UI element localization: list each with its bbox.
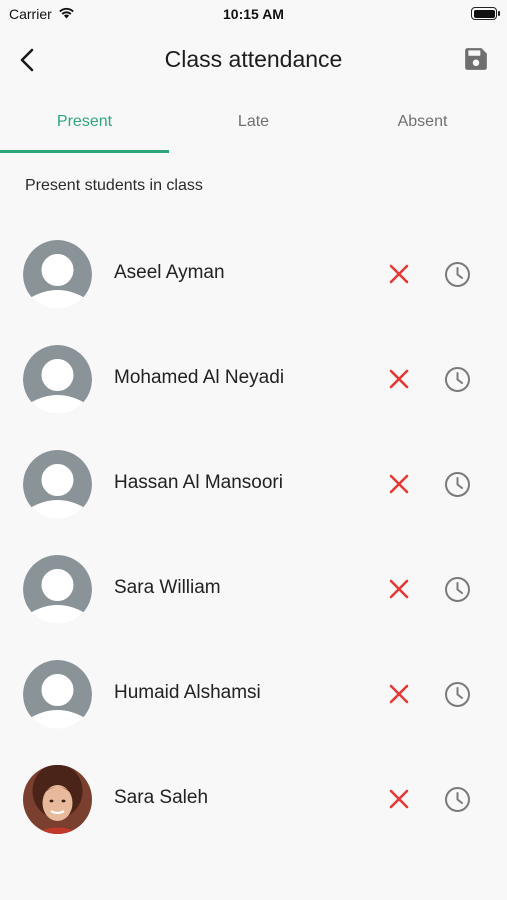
student-photo [23,765,92,834]
clock-icon [445,577,470,602]
student-name: Sara William [114,577,221,598]
student-row: Sara Saleh [0,747,507,852]
student-name: Hassan Al Mansoori [114,472,283,493]
mark-late-button[interactable] [443,680,472,709]
tab-late[interactable]: Late [169,100,338,152]
close-icon [389,474,409,494]
close-icon [389,264,409,284]
save-button[interactable] [463,46,491,74]
clock-icon [445,472,470,497]
student-row: Hassan Al Mansoori [0,432,507,537]
tab-absent[interactable]: Absent [338,100,507,152]
student-row: Aseel Ayman [0,222,507,327]
save-icon [465,48,487,70]
avatar-placeholder-icon [23,450,92,519]
mark-late-button[interactable] [443,470,472,499]
attendance-tabs: Present Late Absent [0,100,507,154]
mark-late-button[interactable] [443,260,472,289]
avatar-placeholder-icon [23,345,92,414]
mark-late-button[interactable] [443,785,472,814]
avatar-placeholder-icon [23,555,92,624]
clock-icon [445,262,470,287]
close-icon [389,369,409,389]
status-bar: Carrier 10:15 AM [0,0,507,28]
close-icon [389,789,409,809]
mark-late-button[interactable] [443,365,472,394]
clock-icon [445,367,470,392]
student-name: Sara Saleh [114,787,209,808]
tab-present[interactable]: Present [0,100,169,152]
section-label: Present students in class [25,177,203,194]
mark-absent-button[interactable] [386,261,412,287]
avatar-placeholder-icon [23,660,92,729]
clock-icon [445,787,470,812]
mark-absent-button[interactable] [386,786,412,812]
status-time: 10:15 AM [223,6,284,22]
mark-absent-button[interactable] [386,471,412,497]
battery-icon [471,7,500,20]
app-header: Class attendance [0,36,507,84]
student-row: Humaid Alshamsi [0,642,507,747]
mark-absent-button[interactable] [386,576,412,602]
student-name: Aseel Ayman [114,262,225,283]
student-name: Mohamed Al Neyadi [114,367,285,388]
mark-absent-button[interactable] [386,366,412,392]
avatar-placeholder-icon [23,240,92,309]
active-tab-indicator [0,150,169,153]
student-row: Sara William [0,537,507,642]
mark-absent-button[interactable] [386,681,412,707]
student-list: Aseel Ayman Mohamed Al Neyadi Hassan Al … [0,222,507,852]
mark-late-button[interactable] [443,575,472,604]
student-name: Humaid Alshamsi [114,682,261,703]
clock-icon [445,682,470,707]
close-icon [389,579,409,599]
student-row: Mohamed Al Neyadi [0,327,507,432]
page-title: Class attendance [164,46,343,72]
close-icon [389,684,409,704]
